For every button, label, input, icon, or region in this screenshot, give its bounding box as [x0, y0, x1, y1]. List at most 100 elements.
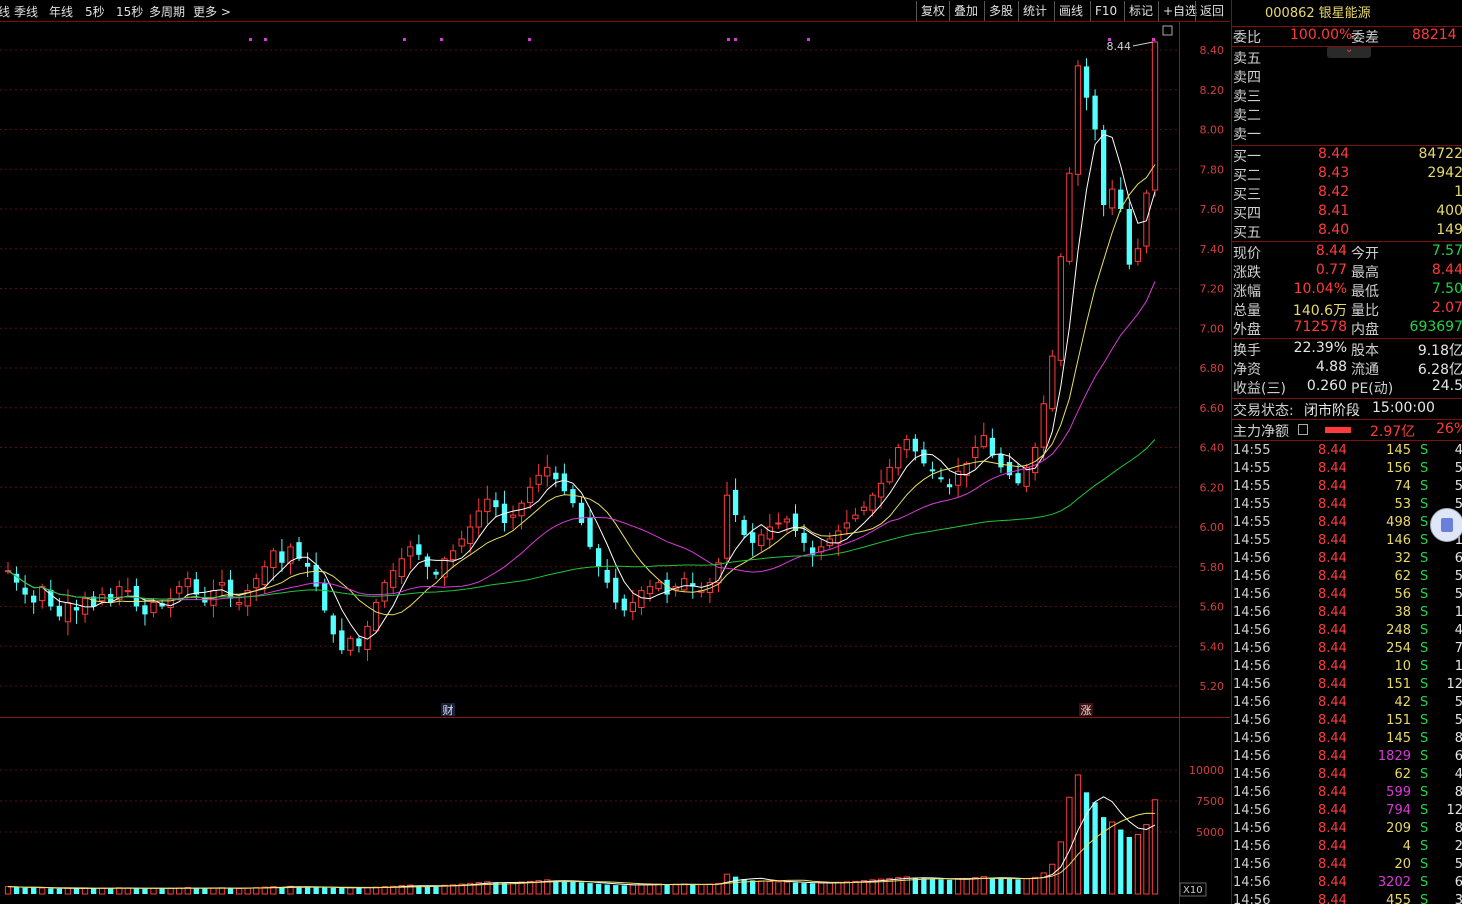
volume-bar — [655, 883, 662, 895]
tick-row: 14:56 8.44 151 S 12 — [1232, 677, 1462, 695]
tick-row: 14:56 8.44 209 S 8 — [1232, 821, 1462, 839]
tick-row: 14:56 8.44 248 S 4 — [1232, 623, 1462, 641]
toolbar-button-6[interactable]: 标记 — [1124, 1, 1157, 21]
tick-volume: 145 — [1386, 731, 1411, 746]
tick-count: 8 — [1455, 785, 1462, 800]
volume-bar — [998, 878, 1004, 894]
period-tab-0[interactable]: 线 — [0, 3, 10, 20]
sell-row: 卖一 — [1232, 124, 1462, 143]
toolbar-button-8[interactable]: 返回 — [1195, 1, 1228, 21]
tick-side: S — [1420, 605, 1429, 620]
buy-row: 买三 8.42 1 — [1232, 184, 1462, 203]
tick-price: 8.44 — [1318, 875, 1347, 890]
candle-body — [843, 522, 851, 529]
period-tab-3[interactable]: 5秒 — [85, 3, 105, 20]
toolbar-button-2[interactable]: 多股 — [984, 1, 1017, 21]
tick-side: S — [1420, 875, 1429, 890]
tick-row: 14:56 8.44 145 S 8 — [1232, 731, 1462, 749]
candle-body — [869, 494, 876, 511]
price-tick-label: 7.00 — [1200, 322, 1225, 335]
candle-body — [73, 607, 80, 611]
event-marker: 涨 — [1081, 704, 1092, 717]
tick-price: 8.44 — [1318, 551, 1347, 566]
stat-row: 总量 140.6万 量比 2.07 — [1232, 300, 1462, 319]
stat-label: 总量 — [1233, 303, 1261, 319]
period-tab-1[interactable]: 季线 — [14, 3, 38, 20]
tick-time: 14:56 — [1233, 695, 1271, 710]
volume-bar — [313, 887, 319, 894]
candle-body — [1092, 95, 1098, 130]
volume-tick-label: 5000 — [1196, 826, 1224, 839]
candle-body — [1109, 188, 1116, 209]
period-tab-2[interactable]: 年线 — [49, 3, 73, 20]
candle-body — [980, 435, 987, 448]
signal-dot — [727, 38, 730, 41]
toolbar-button-5[interactable]: F10 — [1090, 1, 1121, 21]
candle-body — [595, 548, 602, 567]
period-tab-5[interactable]: 多周期 — [149, 3, 185, 20]
stat2-row: 净资 4.88 流通 6.28亿 — [1232, 359, 1462, 378]
tick-price: 8.44 — [1318, 677, 1347, 692]
toolbar-button-3[interactable]: 统计 — [1018, 1, 1051, 21]
toolbar-button-1[interactable]: 叠加 — [949, 1, 982, 21]
period-tab-6[interactable]: 更多 > — [193, 3, 231, 20]
toolbar-button-0[interactable]: 复权 — [916, 1, 949, 21]
volume-bar — [424, 886, 431, 894]
tick-count: 5 — [1455, 461, 1462, 476]
tick-volume: 1829 — [1377, 749, 1411, 764]
stat-value: 693697 — [1409, 319, 1462, 335]
tick-volume: 4 — [1402, 839, 1411, 854]
tick-side: S — [1420, 497, 1429, 512]
signal-dot — [528, 38, 531, 41]
volume-bar — [1134, 833, 1142, 895]
tick-side: S — [1420, 749, 1429, 764]
event-marker: 财 — [443, 703, 454, 717]
stock-code: 000862 — [1265, 6, 1315, 21]
candle-body — [330, 615, 336, 635]
candle-body — [732, 489, 739, 516]
candle-body — [886, 466, 893, 483]
candle-body — [48, 589, 54, 607]
candle-body — [750, 532, 756, 543]
tick-row: 14:56 8.44 3202 S 6 — [1232, 875, 1462, 893]
candle-body — [621, 598, 627, 611]
volume-bar — [681, 883, 688, 895]
candle-body — [467, 526, 474, 544]
candle-body — [553, 472, 559, 480]
stat-label: 最低 — [1351, 284, 1379, 300]
tick-time: 14:56 — [1233, 659, 1271, 674]
tick-time: 14:55 — [1233, 461, 1271, 476]
period-tab-4[interactable]: 15秒 — [116, 3, 143, 20]
candle-body — [613, 577, 619, 603]
tick-volume: 146 — [1386, 533, 1411, 548]
candle-body — [509, 514, 517, 518]
candle-body — [416, 544, 422, 555]
kline-chart[interactable]: 8.40 8.20 8.00 7.80 7.60 7.40 7.20 7.00 6.80 6.60… — [0, 22, 1230, 904]
stat-value: 8.44 — [1315, 243, 1347, 259]
assistant-float-icon[interactable] — [1430, 508, 1462, 542]
candle-body — [1100, 129, 1107, 206]
toolbar-button-4[interactable]: 画线 — [1054, 1, 1087, 21]
status-time: 15:00:00 — [1372, 400, 1435, 416]
volume-bar — [1118, 829, 1124, 894]
tick-volume: 10 — [1394, 659, 1411, 674]
candle-body — [972, 447, 979, 458]
volume-bar — [912, 877, 918, 894]
stat-value: 2.07 — [1431, 300, 1462, 316]
price-tick-label: 8.20 — [1200, 84, 1225, 97]
list-icon[interactable] — [1298, 424, 1308, 435]
volume-bar — [108, 888, 114, 894]
tick-volume: 254 — [1386, 641, 1411, 656]
volume-bar — [570, 881, 576, 894]
stat-label: 量比 — [1351, 303, 1379, 319]
buy-label: 买三 — [1233, 187, 1261, 203]
volume-bar — [227, 888, 234, 894]
volume-bar — [921, 878, 927, 894]
stat-label: 今开 — [1351, 246, 1379, 262]
net-value: 2.97亿 — [1370, 424, 1416, 440]
price-tick-label: 6.20 — [1200, 481, 1225, 494]
sell-row: 卖二 — [1232, 105, 1462, 124]
stat-label: 流通 — [1351, 362, 1379, 378]
candle-body — [570, 489, 576, 504]
buy-price: 8.40 — [1318, 222, 1350, 238]
